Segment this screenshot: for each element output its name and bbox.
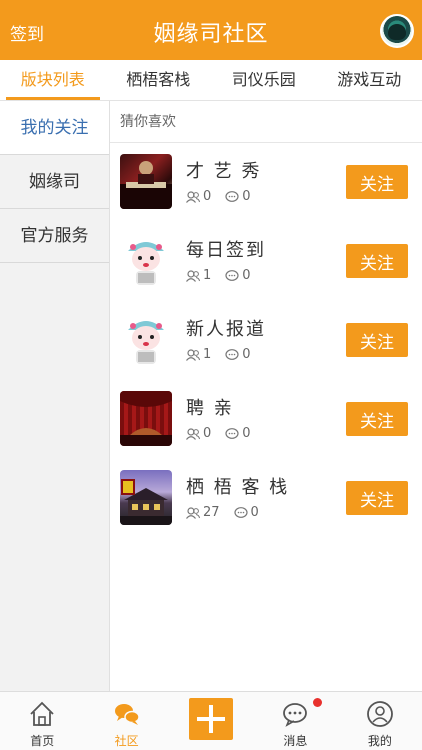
red-curtain-image xyxy=(120,391,172,446)
home-icon xyxy=(30,701,54,726)
tab-inn[interactable]: 栖梧客栈 xyxy=(106,60,212,100)
post-count: 0 xyxy=(242,189,251,204)
nav-messages-label: 消息 xyxy=(283,734,308,748)
section-label: 猜你喜欢 xyxy=(110,101,422,143)
comment-icon xyxy=(225,269,239,281)
unread-badge xyxy=(313,698,323,707)
list-item[interactable]: 新人报道 1 0 关注 xyxy=(110,301,422,380)
tab-forum-list[interactable]: 版块列表 xyxy=(0,60,106,100)
message-icon xyxy=(283,703,308,727)
sidebar-item-official-service[interactable]: 官方服务 xyxy=(0,209,109,263)
forum-name: 新人报道 xyxy=(186,319,266,340)
chat-bubbles-icon xyxy=(114,704,140,725)
member-count: 27 xyxy=(203,505,220,520)
comment-icon xyxy=(225,190,239,202)
follow-button[interactable]: 关注 xyxy=(346,323,408,357)
nav-home-label: 首页 xyxy=(30,734,55,748)
forum-stats: 0 0 xyxy=(186,426,251,441)
comment-icon xyxy=(233,506,248,518)
follow-button[interactable]: 关注 xyxy=(346,481,408,515)
list-item[interactable]: 栖 梧 客 栈 27 0 关注 xyxy=(110,459,422,538)
opera-mascot-image xyxy=(120,312,172,367)
members-icon xyxy=(186,190,200,203)
page-title: 姻缘司社区 xyxy=(153,22,269,47)
nav-profile-label: 我的 xyxy=(367,734,392,748)
post-count: 0 xyxy=(242,268,251,283)
opera-mascot-image xyxy=(120,233,172,288)
profile-icon xyxy=(366,701,393,727)
member-count: 0 xyxy=(203,426,212,441)
list-item[interactable]: 每日签到 1 0 关注 xyxy=(110,222,422,301)
follow-button[interactable]: 关注 xyxy=(346,165,408,199)
list-item[interactable]: 聘 亲 0 0 关注 xyxy=(110,380,422,459)
forum-name: 才 艺 秀 xyxy=(186,161,262,182)
sidebar-item-my-follows[interactable]: 我的关注 xyxy=(0,101,109,155)
category-sidebar: 我的关注 姻缘司 官方服务 xyxy=(0,101,110,691)
tab-bar: 版块列表 栖梧客栈 司仪乐园 游戏互动 xyxy=(0,60,422,101)
comment-icon xyxy=(225,348,239,360)
tab-host-park[interactable]: 司仪乐园 xyxy=(211,60,317,100)
nav-community-label: 社区 xyxy=(114,734,139,748)
sidebar-item-yinyuansi[interactable]: 姻缘司 xyxy=(0,155,109,209)
follow-button[interactable]: 关注 xyxy=(346,244,408,278)
plus-icon[interactable] xyxy=(189,698,234,740)
forum-name: 栖 梧 客 栈 xyxy=(186,477,290,498)
forum-stats: 1 0 xyxy=(186,268,251,283)
piano-performance-image xyxy=(120,154,172,209)
follow-button[interactable]: 关注 xyxy=(346,402,408,436)
post-count: 0 xyxy=(242,426,251,441)
member-count: 1 xyxy=(203,268,212,283)
forum-stats: 1 0 xyxy=(186,347,251,362)
inn-building-image xyxy=(120,470,172,525)
user-avatar-icon[interactable] xyxy=(380,14,414,48)
post-count: 0 xyxy=(242,347,251,362)
member-count: 1 xyxy=(203,347,212,362)
nav-community[interactable]: 社区 xyxy=(84,692,168,750)
forum-list: 猜你喜欢 才 艺 秀 0 0 关注 每日签到 1 0 关注 新人报道 1 0 关… xyxy=(110,101,422,691)
list-item[interactable]: 才 艺 秀 0 0 关注 xyxy=(110,143,422,222)
nav-messages[interactable]: 消息 xyxy=(253,692,337,750)
comment-icon xyxy=(225,427,239,439)
tab-game-interaction[interactable]: 游戏互动 xyxy=(317,60,422,100)
forum-stats: 0 0 xyxy=(186,189,251,204)
members-icon xyxy=(186,348,200,361)
forum-name: 聘 亲 xyxy=(186,398,234,419)
members-icon xyxy=(186,269,200,282)
members-icon xyxy=(186,506,200,519)
app-header: 签到 姻缘司社区 xyxy=(0,0,422,60)
forum-stats: 27 0 xyxy=(186,505,259,520)
post-count: 0 xyxy=(250,505,259,520)
members-icon xyxy=(186,427,200,440)
bottom-nav: 首页 社区 消息 我的 xyxy=(0,691,422,750)
forum-name: 每日签到 xyxy=(186,240,266,261)
nav-home[interactable]: 首页 xyxy=(0,692,84,750)
member-count: 0 xyxy=(203,189,212,204)
nav-profile[interactable]: 我的 xyxy=(338,692,422,750)
nav-post[interactable] xyxy=(169,692,253,750)
